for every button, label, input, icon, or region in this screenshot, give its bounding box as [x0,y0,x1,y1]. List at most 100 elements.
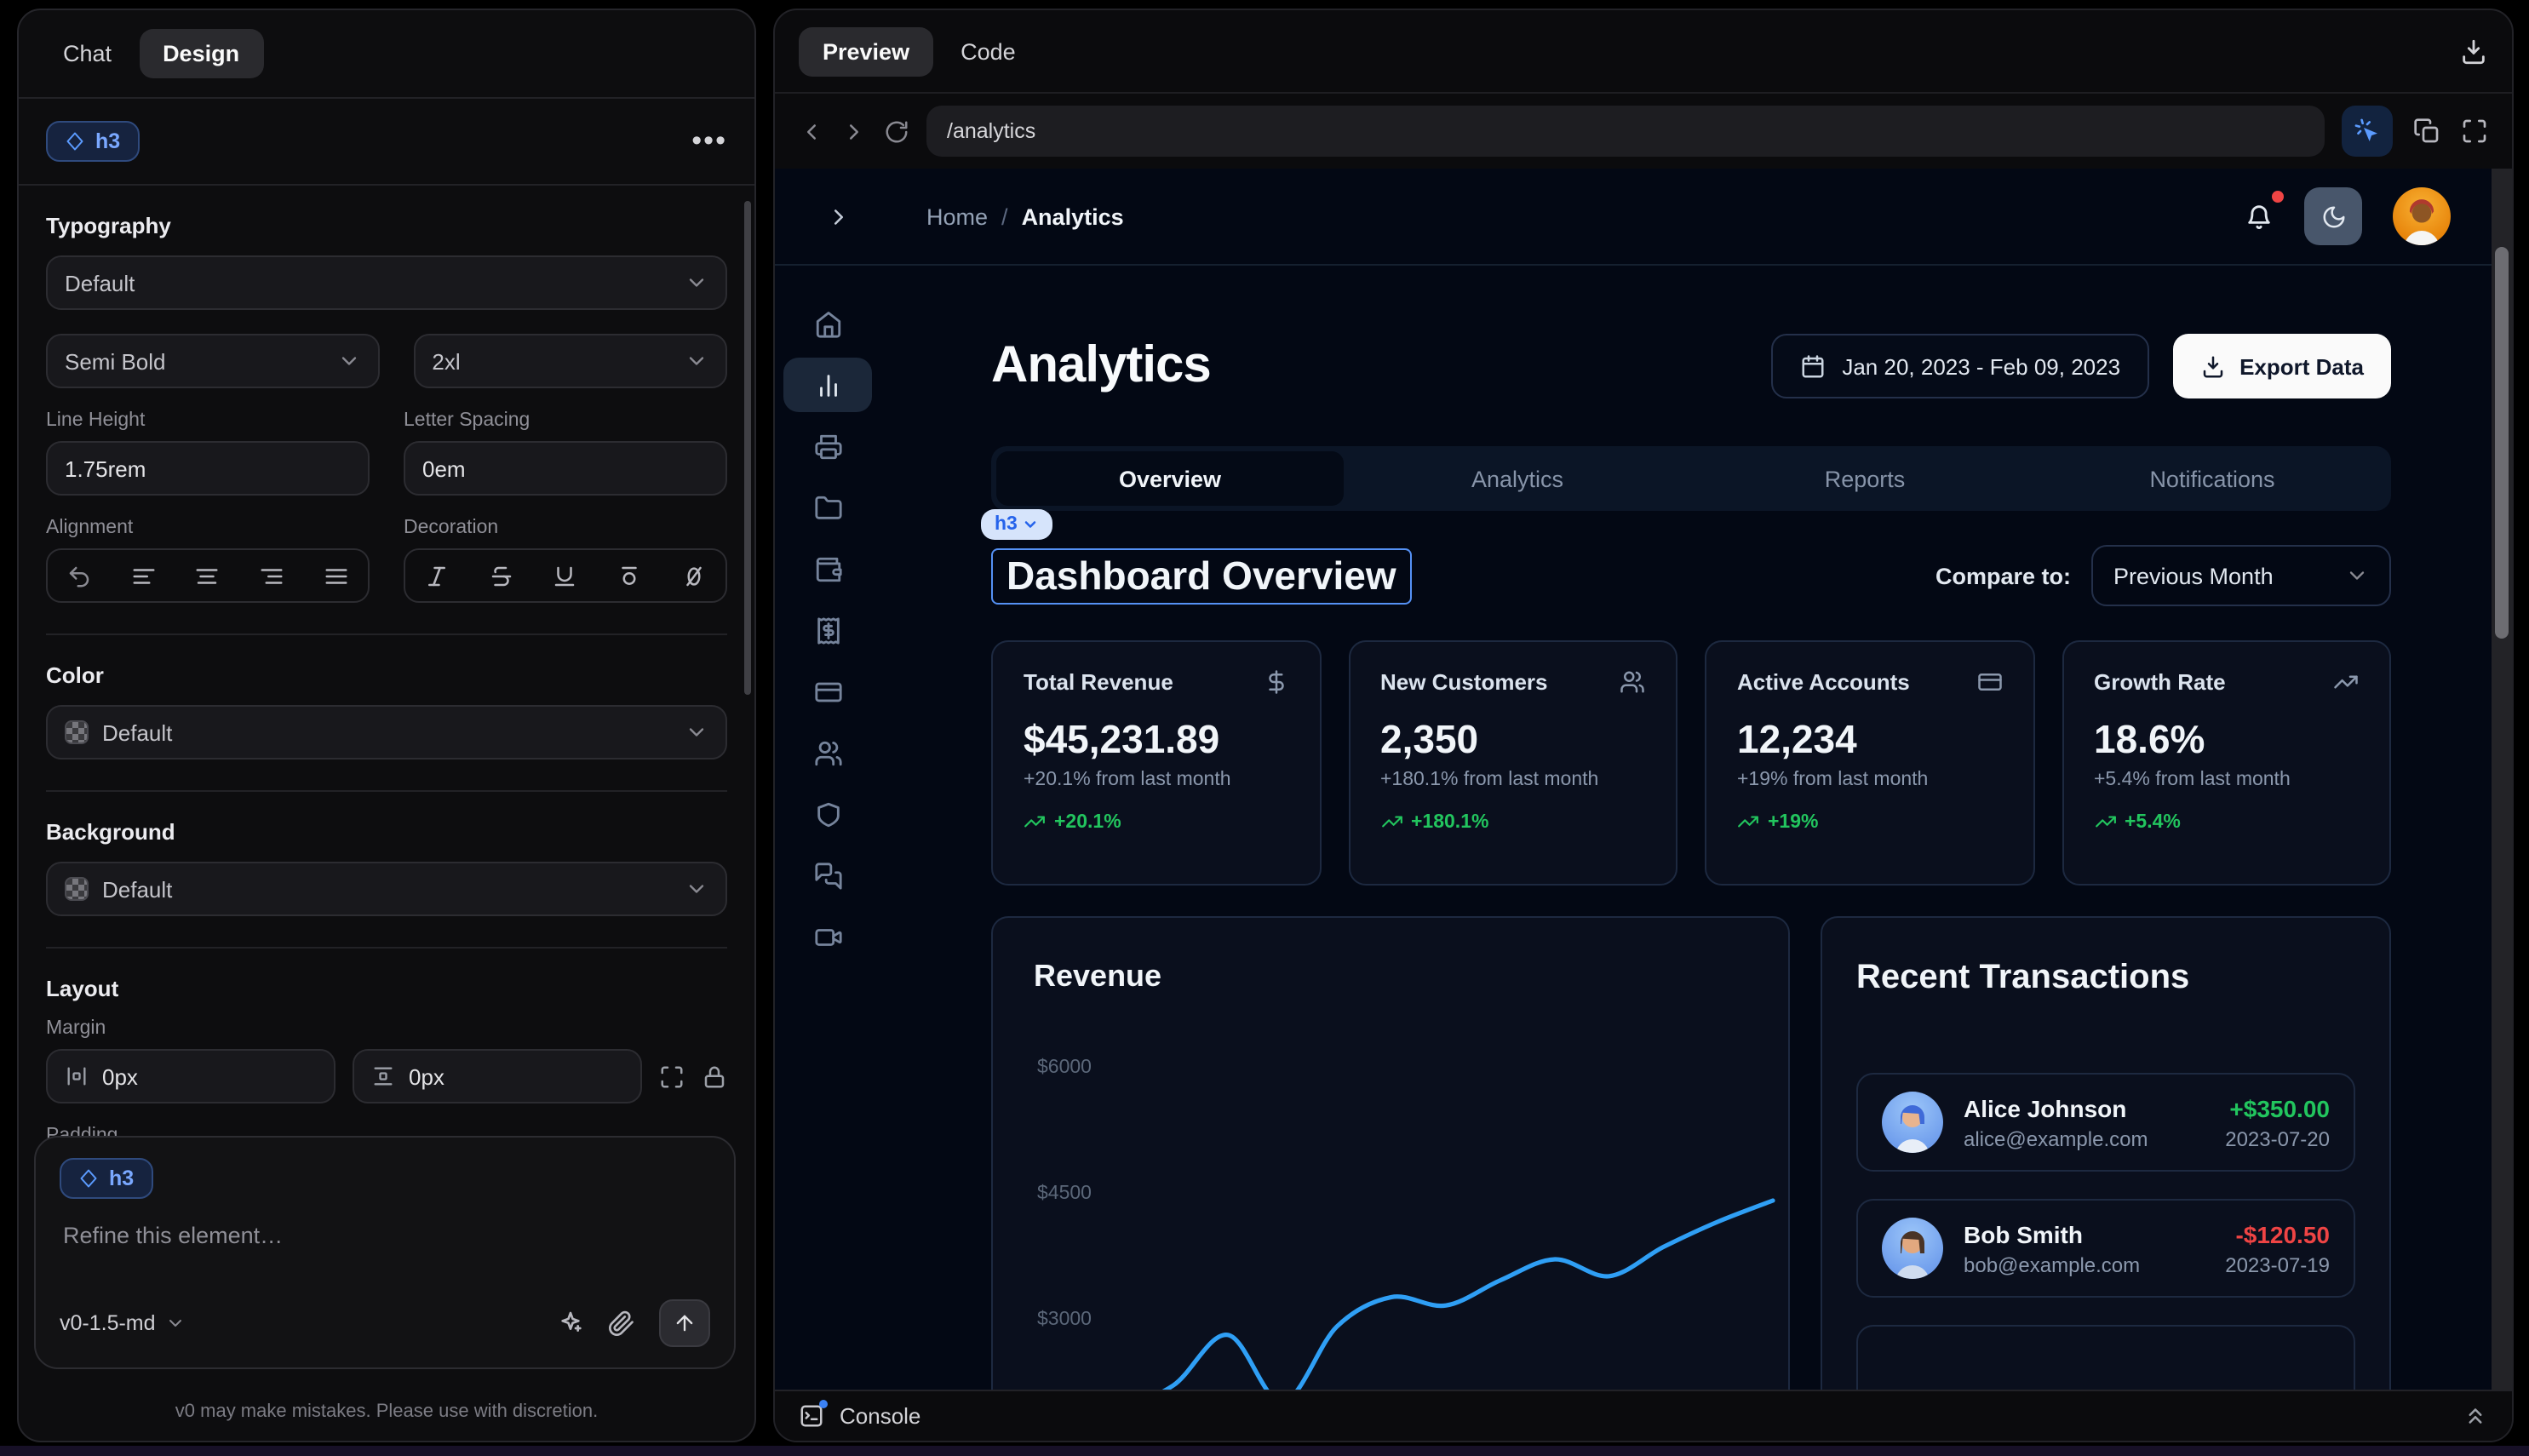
arrow-up-icon [673,1311,697,1335]
overline-icon[interactable] [616,563,642,588]
margin-horizontal-icon [65,1064,89,1088]
sidebar-item-security[interactable] [783,783,872,845]
url-input[interactable]: /analytics [926,106,2325,157]
sidebar-item-home[interactable] [783,293,872,354]
no-decoration-icon[interactable] [680,563,706,588]
tab-analytics[interactable]: Analytics [1344,451,1691,506]
transaction-email: alice@example.com [1964,1126,2205,1150]
trending-up-icon [1380,811,1402,833]
tab-code[interactable]: Code [940,26,1036,76]
date-range-button[interactable]: Jan 20, 2023 - Feb 09, 2023 [1770,334,2149,398]
open-in-new-icon[interactable] [2413,118,2440,145]
section-title-selected[interactable]: Dashboard Overview [991,547,1412,604]
refine-element-badge[interactable]: h3 [60,1158,152,1199]
refine-input[interactable]: Refine this element… [63,1223,707,1248]
download-icon[interactable] [2459,37,2488,66]
tab-preview[interactable]: Preview [799,26,933,76]
align-center-icon[interactable] [195,563,221,588]
background-select[interactable]: Default [46,862,727,916]
stat-card-growth-rate: Growth Rate 18.6% +5.4% from last month … [2062,640,2391,886]
sidebar-item-wallet[interactable] [783,538,872,599]
fullscreen-icon[interactable] [2461,118,2488,145]
chevrons-up-icon[interactable] [2463,1403,2488,1429]
font-family-value: Default [65,270,135,295]
export-data-button[interactable]: Export Data [2173,334,2391,398]
letter-spacing-input[interactable]: 0em [404,441,727,496]
tab-chat[interactable]: Chat [43,29,132,78]
color-select[interactable]: Default [46,705,727,760]
font-weight-value: Semi Bold [65,348,166,374]
transaction-name: Alice Johnson [1964,1094,2205,1121]
strikethrough-icon[interactable] [489,563,514,588]
align-right-icon[interactable] [259,563,284,588]
more-options-button[interactable]: ••• [691,133,727,150]
expand-margin-icon[interactable] [659,1063,685,1089]
console-bar[interactable]: Console [775,1390,2512,1441]
notifications-button[interactable] [2245,202,2274,231]
inspect-mode-button[interactable] [2342,106,2393,157]
line-height-input[interactable]: 1.75rem [46,441,370,496]
refresh-icon[interactable] [884,118,909,144]
align-justify-icon[interactable] [323,563,348,588]
stat-title: Active Accounts [1737,669,1910,695]
console-label: Console [840,1403,920,1429]
forward-icon[interactable] [841,118,867,144]
sidebar-item-cards[interactable] [783,661,872,722]
tab-notifications[interactable]: Notifications [2039,451,2386,506]
sidebar-item-files[interactable] [783,477,872,538]
font-family-select[interactable]: Default [46,255,727,310]
transaction-row[interactable]: Bob Smith bob@example.com -$120.50 2023-… [1856,1199,2355,1298]
transaction-amount: -$120.50 [2225,1220,2330,1247]
margin-y-input[interactable]: 0px [353,1049,642,1103]
compare-select[interactable]: Previous Month [2091,545,2391,606]
sidebar-item-users[interactable] [783,722,872,783]
stat-card-active-accounts: Active Accounts 12,234 +19% from last mo… [1705,640,2034,886]
italic-icon[interactable] [425,563,450,588]
font-weight-select[interactable]: Semi Bold [46,334,379,388]
back-icon[interactable] [799,118,824,144]
submit-button[interactable] [659,1299,710,1347]
paperclip-icon[interactable] [608,1310,635,1337]
transaction-row[interactable]: Alice Johnson alice@example.com +$350.00… [1856,1073,2355,1172]
sidebar-item-invoices[interactable] [783,416,872,477]
preview-scrollbar[interactable] [2492,169,2512,1390]
selected-tag-chip[interactable]: h3 [981,509,1053,540]
credit-card-icon [813,677,842,706]
credit-card-icon [1976,669,2002,695]
breadcrumb-home[interactable]: Home [926,203,988,229]
align-left-icon[interactable] [131,563,157,588]
tab-design[interactable]: Design [139,29,263,78]
preview-scrollbar-thumb[interactable] [2495,247,2509,639]
underline-icon[interactable] [553,563,578,588]
undo-icon[interactable] [67,563,93,588]
sidebar-toggle-icon[interactable] [826,203,852,229]
sparkles-icon[interactable] [557,1310,584,1337]
margin-x-input[interactable]: 0px [46,1049,335,1103]
sidebar-item-video[interactable] [783,906,872,967]
transaction-date: 2023-07-20 [2225,1126,2330,1150]
tab-overview[interactable]: Overview [996,451,1344,506]
sidebar-item-receipts[interactable] [783,599,872,661]
font-size-select[interactable]: 2xl [413,334,727,388]
chevron-down-icon [1023,516,1040,533]
user-avatar[interactable] [2393,187,2451,245]
left-panel-scrollbar[interactable] [744,201,751,695]
home-icon [813,309,842,338]
compare-label: Compare to: [1935,563,2071,588]
sidebar-item-analytics[interactable] [783,358,872,412]
console-activity-dot [819,1400,828,1408]
chevron-down-icon [685,349,708,373]
avatar [1882,1218,1943,1279]
theme-toggle-button[interactable] [2304,187,2362,245]
sidebar-item-messages[interactable] [783,845,872,906]
tab-reports[interactable]: Reports [1691,451,2039,506]
lock-margin-icon[interactable] [702,1063,727,1089]
background-value: Default [102,876,172,902]
selected-element-badge[interactable]: h3 [46,121,139,162]
avatar-person-icon [1882,1092,1943,1153]
breadcrumb: Home / Analytics [926,203,1124,229]
model-select[interactable]: v0-1.5-md [60,1311,186,1335]
transaction-row-partial[interactable] [1856,1325,2355,1390]
avatar-person-icon [1882,1218,1943,1279]
stat-card-total-revenue: Total Revenue $45,231.89 +20.1% from las… [991,640,1321,886]
